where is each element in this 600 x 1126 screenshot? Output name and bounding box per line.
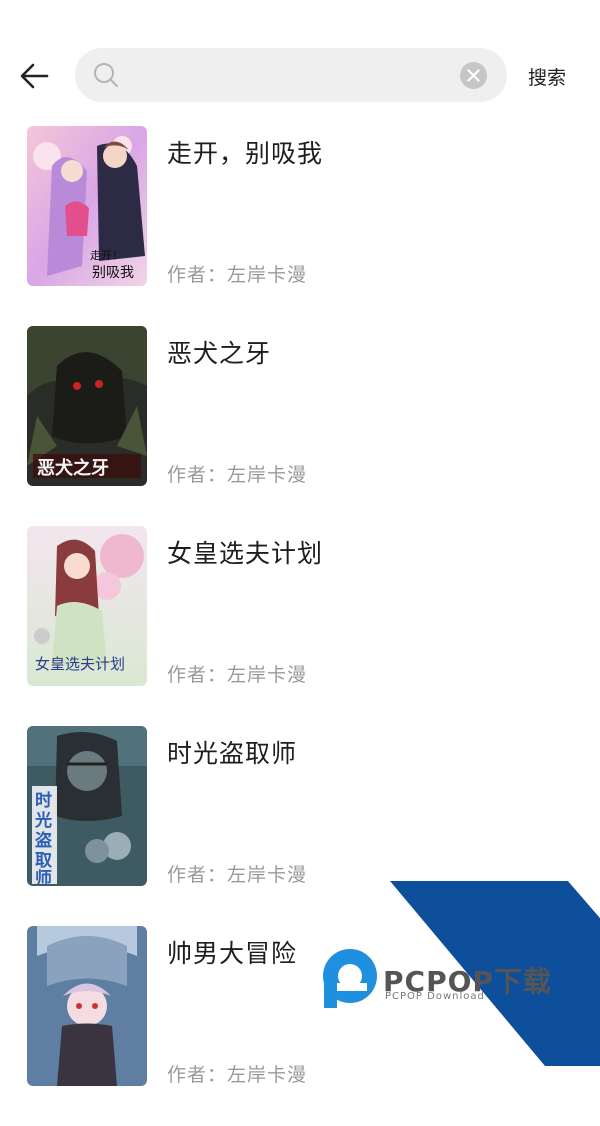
comic-title: 时光盗取师 — [167, 739, 298, 768]
svg-text:取: 取 — [35, 851, 52, 871]
svg-text:别吸我: 别吸我 — [92, 265, 134, 281]
search-input[interactable] — [129, 58, 453, 94]
result-list: 走开！ 别吸我 走开，别吸我 作者：左岸卡漫 恶犬之牙 恶犬之牙 作者：左岸卡漫 — [0, 126, 600, 1126]
close-icon — [467, 69, 480, 82]
arrow-left-icon — [20, 63, 49, 89]
svg-text:时: 时 — [35, 791, 52, 811]
search-button[interactable]: 搜索 — [522, 61, 572, 92]
search-header: 搜索 — [0, 40, 600, 110]
svg-text:师: 师 — [35, 868, 52, 886]
search-bar[interactable] — [75, 48, 507, 102]
svg-text:走开！: 走开！ — [90, 249, 123, 262]
comic-cover: 女皇选夫计划 — [27, 526, 147, 686]
comic-author: 作者：左岸卡漫 — [167, 264, 308, 286]
svg-text:恶犬之牙: 恶犬之牙 — [37, 457, 109, 479]
comic-title: 走开，别吸我 — [167, 139, 324, 168]
list-item[interactable]: 走开！ 别吸我 走开，别吸我 作者：左岸卡漫 — [0, 126, 600, 326]
comic-title: 恶犬之牙 — [167, 339, 272, 368]
svg-text:女皇选夫计划: 女皇选夫计划 — [35, 655, 125, 673]
comic-author: 作者：左岸卡漫 — [167, 664, 308, 686]
search-icon — [94, 63, 118, 87]
comic-author: 作者：左岸卡漫 — [167, 1064, 308, 1086]
back-button[interactable] — [14, 58, 54, 94]
list-item[interactable]: 帅男大冒险 作者：左岸卡漫 — [0, 926, 600, 1126]
comic-title: 女皇选夫计划 — [167, 539, 324, 568]
comic-author: 作者：左岸卡漫 — [167, 864, 308, 886]
clear-button[interactable] — [460, 62, 487, 89]
svg-text:光: 光 — [34, 810, 52, 831]
svg-text:盗: 盗 — [35, 830, 52, 851]
comic-cover: 恶犬之牙 — [27, 326, 147, 486]
comic-title: 帅男大冒险 — [167, 939, 298, 968]
comic-cover: 走开！ 别吸我 — [27, 126, 147, 286]
list-item[interactable]: 恶犬之牙 恶犬之牙 作者：左岸卡漫 — [0, 326, 600, 526]
comic-cover — [27, 926, 147, 1086]
comic-author: 作者：左岸卡漫 — [167, 464, 308, 486]
list-item[interactable]: 时 光 盗 取 师 时光盗取师 作者：左岸卡漫 — [0, 726, 600, 926]
list-item[interactable]: 女皇选夫计划 女皇选夫计划 作者：左岸卡漫 — [0, 526, 600, 726]
comic-cover: 时 光 盗 取 师 — [27, 726, 147, 886]
